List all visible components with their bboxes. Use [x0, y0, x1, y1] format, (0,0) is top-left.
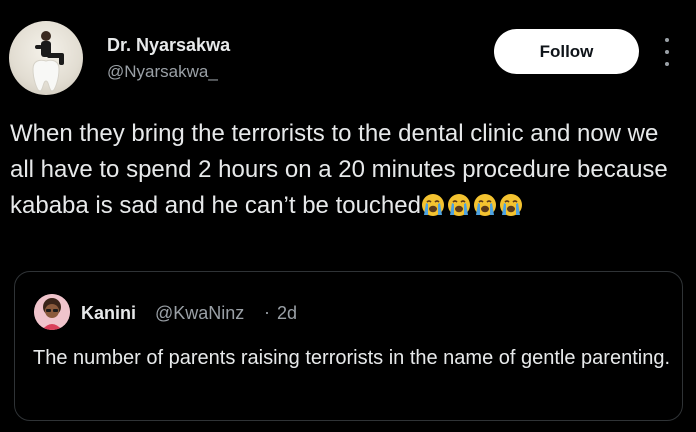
quoted-timestamp[interactable]: 2d	[277, 303, 297, 324]
tweet-body: When they bring the terrorists to the de…	[10, 120, 668, 219]
author-name[interactable]: Dr. Nyarsakwa	[107, 35, 230, 56]
author-avatar[interactable]	[9, 21, 83, 95]
tweet-text: When they bring the terrorists to the de…	[10, 116, 686, 224]
emoji-group	[421, 193, 523, 217]
separator-dot: ·	[264, 302, 270, 322]
more-vertical-icon[interactable]	[660, 38, 674, 66]
quoted-text: The number of parents raising terrorists…	[33, 347, 671, 369]
quoted-author-name[interactable]: Kanini	[81, 303, 136, 324]
loudly-crying-face-icon	[421, 194, 444, 216]
quoted-tweet[interactable]: Kanini @KwaNinz · 2d The number of paren…	[14, 271, 683, 421]
loudly-crying-face-icon	[473, 194, 496, 216]
loudly-crying-face-icon	[499, 194, 522, 216]
author-handle[interactable]: @Nyarsakwa_	[107, 62, 218, 82]
quoted-author-avatar	[34, 294, 70, 330]
loudly-crying-face-icon	[447, 194, 470, 216]
tweet-header: Dr. Nyarsakwa @Nyarsakwa_ Follow	[0, 0, 696, 100]
quoted-author-handle[interactable]: @KwaNinz	[155, 303, 244, 324]
follow-button[interactable]: Follow	[494, 29, 639, 74]
